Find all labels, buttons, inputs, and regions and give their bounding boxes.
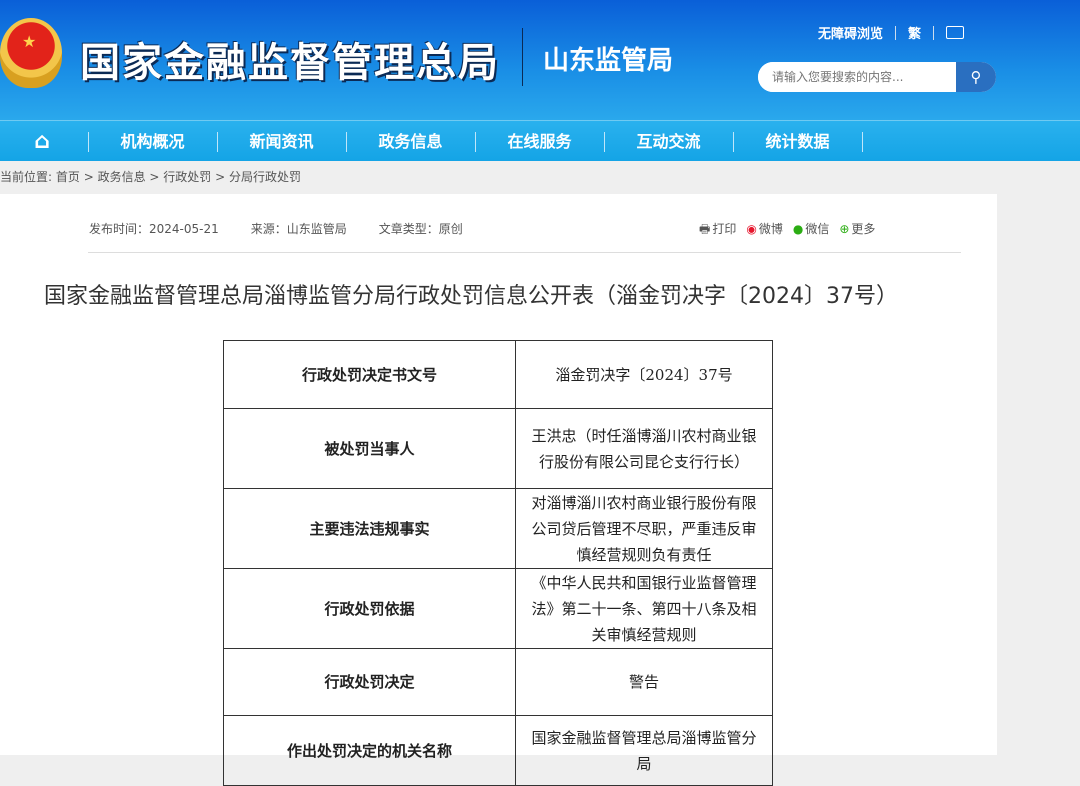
article-source: 来源：山东监管局 <box>250 222 347 236</box>
nav-item[interactable]: 在线服务 <box>475 121 604 162</box>
row-value: 国家金融监督管理总局淄博监管分局 <box>515 715 773 786</box>
table-row: 主要违法违规事实 对淄博淄川农村商业银行股份有限公司贷后管理不尽职，严重违反审慎经… <box>223 488 773 569</box>
nav-item[interactable]: 互动交流 <box>604 121 733 162</box>
row-value: 《中华人民共和国银行业监督管理法》第二十一条、第四十八条及相关审慎经营规则 <box>515 568 773 649</box>
search-input[interactable] <box>758 62 954 92</box>
article-type: 文章类型：原创 <box>378 222 463 236</box>
row-label: 主要违法违规事实 <box>223 488 516 569</box>
breadcrumb-item[interactable]: 政务信息 <box>98 170 146 184</box>
divider <box>933 25 935 40</box>
nav-item[interactable]: 新闻资讯 <box>217 121 346 162</box>
wechat-label: 微信 <box>805 222 830 236</box>
weibo-icon: ◉ <box>746 222 757 236</box>
weibo-share-button[interactable]: ◉ 微博 <box>746 220 783 241</box>
main-nav: ⌂ 机构概况 新闻资讯 政务信息 在线服务 互动交流 统计数据 <box>0 120 1080 161</box>
national-emblem-logo: ★ <box>0 18 62 88</box>
article-title: 国家金融监督管理总局淄博监管分局行政处罚信息公开表（淄金罚决字〔2024〕37号… <box>44 284 898 309</box>
publish-time: 发布时间：2024-05-21 <box>89 222 219 236</box>
wechat-icon: ● <box>792 222 804 236</box>
home-icon[interactable]: ⌂ <box>0 121 84 162</box>
printer-icon: 🖶 <box>699 222 711 236</box>
row-value: 王洪忠（时任淄博淄川农村商业银行股份有限公司昆仑支行行长） <box>515 408 773 489</box>
accessible-browse-link[interactable]: 无障碍浏览 <box>818 23 883 42</box>
print-button[interactable]: 🖶 打印 <box>699 220 736 241</box>
row-value: 警告 <box>515 648 773 716</box>
breadcrumb: 当前位置: 首页 > 政务信息 > 行政处罚 > 分局行政处罚 <box>0 170 301 184</box>
row-label: 行政处罚决定书文号 <box>223 340 516 409</box>
table-row: 行政处罚决定书文号 淄金罚决字〔2024〕37号 <box>223 340 773 409</box>
breadcrumb-item[interactable]: 首页 <box>56 170 80 184</box>
table-row: 行政处罚决定 警告 <box>223 648 773 716</box>
nav-item[interactable]: 统计数据 <box>733 121 862 162</box>
table-row: 被处罚当事人 王洪忠（时任淄博淄川农村商业银行股份有限公司昆仑支行行长） <box>223 408 773 489</box>
search-box: ⚲ <box>758 62 996 92</box>
print-label: 打印 <box>712 222 737 236</box>
more-label: 更多 <box>851 222 876 236</box>
divider <box>862 132 863 152</box>
divider <box>895 25 897 40</box>
row-value: 对淄博淄川农村商业银行股份有限公司贷后管理不尽职，严重违反审慎经营规则负有责任 <box>515 488 773 569</box>
article-meta: 发布时间：2024-05-21 来源：山东监管局 文章类型：原创 <box>89 220 463 237</box>
row-label: 被处罚当事人 <box>223 408 516 489</box>
article-panel: 发布时间：2024-05-21 来源：山东监管局 文章类型：原创 🖶 打印 ◉ 微博… <box>0 194 997 786</box>
search-icon: ⚲ <box>970 68 982 86</box>
row-label: 行政处罚依据 <box>223 568 516 649</box>
share-bar: 🖶 打印 ◉ 微博 ● 微信 ⊕ 更多 <box>699 220 875 241</box>
weibo-label: 微博 <box>758 222 783 236</box>
site-title[interactable]: 国家金融监督管理总局 <box>80 30 500 88</box>
row-label: 行政处罚决定 <box>223 648 516 716</box>
table-row: 作出处罚决定的机关名称 国家金融监督管理总局淄博监管分局 <box>223 715 773 786</box>
nav-item[interactable]: 政务信息 <box>346 121 475 162</box>
mail-icon[interactable] <box>946 26 965 39</box>
breadcrumb-item[interactable]: 行政处罚 <box>163 170 211 184</box>
sub-site-title[interactable]: 山东监管局 <box>543 40 673 77</box>
divider <box>88 252 961 253</box>
nav-item[interactable]: 机构概况 <box>88 121 217 162</box>
row-value: 淄金罚决字〔2024〕37号 <box>515 340 773 409</box>
penalty-info-table: 行政处罚决定书文号 淄金罚决字〔2024〕37号 被处罚当事人 王洪忠（时任淄博淄川… <box>223 340 773 786</box>
breadcrumb-label: 当前位置: <box>0 170 53 184</box>
plus-icon: ⊕ <box>839 222 850 236</box>
wechat-share-button[interactable]: ● 微信 <box>793 220 830 241</box>
top-links: 无障碍浏览 繁 <box>818 23 965 42</box>
row-label: 作出处罚决定的机关名称 <box>223 715 516 786</box>
search-button[interactable]: ⚲ <box>956 62 996 92</box>
table-row: 行政处罚依据 《中华人民共和国银行业监督管理法》第二十一条、第四十八条及相关审慎经… <box>223 568 773 649</box>
breadcrumb-item[interactable]: 分局行政处罚 <box>229 170 301 184</box>
more-share-button[interactable]: ⊕ 更多 <box>839 220 875 241</box>
site-header: ★ 国家金融监督管理总局 山东监管局 无障碍浏览 繁 ⚲ <box>0 0 1080 120</box>
divider <box>522 28 523 86</box>
traditional-chinese-link[interactable]: 繁 <box>908 23 921 42</box>
